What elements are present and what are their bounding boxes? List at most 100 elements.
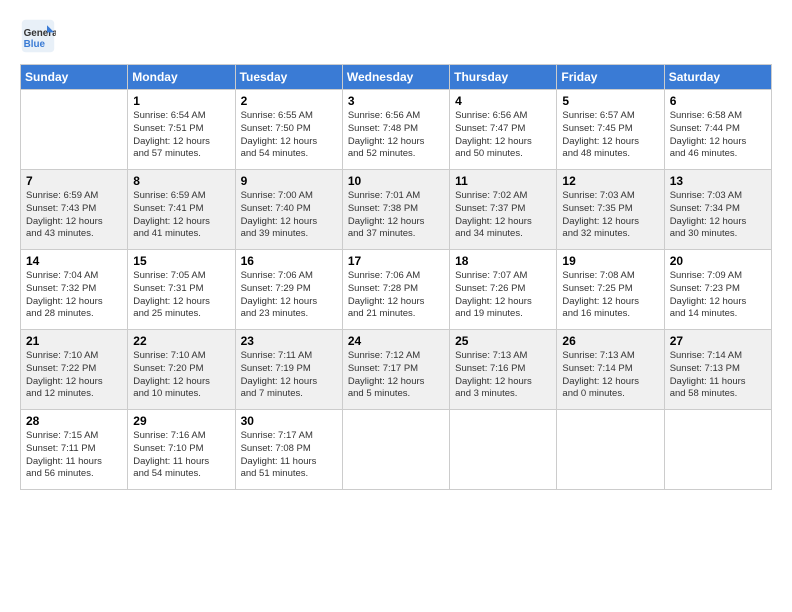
day-info: Sunrise: 7:06 AM Sunset: 7:29 PM Dayligh…: [241, 270, 337, 321]
day-info: Sunrise: 6:57 AM Sunset: 7:45 PM Dayligh…: [562, 110, 658, 161]
svg-text:Blue: Blue: [24, 39, 46, 50]
day-info: Sunrise: 7:09 AM Sunset: 7:23 PM Dayligh…: [670, 270, 766, 321]
calendar-cell: 27 Sunrise: 7:14 AM Sunset: 7:13 PM Dayli…: [664, 330, 771, 410]
calendar-cell: 5 Sunrise: 6:57 AM Sunset: 7:45 PM Daylig…: [557, 90, 664, 170]
calendar-cell: 9 Sunrise: 7:00 AM Sunset: 7:40 PM Daylig…: [235, 170, 342, 250]
calendar-cell: 3 Sunrise: 6:56 AM Sunset: 7:48 PM Daylig…: [342, 90, 449, 170]
day-info: Sunrise: 6:59 AM Sunset: 7:43 PM Dayligh…: [26, 190, 122, 241]
calendar-cell: 22Sunrise: 7:10 AM Sunset: 7:20 PM Dayli…: [128, 330, 235, 410]
day-number: 19: [562, 254, 658, 268]
day-number: 26: [562, 334, 658, 348]
calendar-cell: [21, 90, 128, 170]
calendar-cell: [450, 410, 557, 490]
day-info: Sunrise: 7:12 AM Sunset: 7:17 PM Dayligh…: [348, 350, 444, 401]
day-info: Sunrise: 7:08 AM Sunset: 7:25 PM Dayligh…: [562, 270, 658, 321]
weekday-header-friday: Friday: [557, 65, 664, 90]
day-number: 3: [348, 94, 444, 108]
day-info: Sunrise: 7:13 AM Sunset: 7:14 PM Dayligh…: [562, 350, 658, 401]
weekday-header-monday: Monday: [128, 65, 235, 90]
day-info: Sunrise: 7:14 AM Sunset: 7:13 PM Dayligh…: [670, 350, 766, 401]
calendar-cell: 7 Sunrise: 6:59 AM Sunset: 7:43 PM Daylig…: [21, 170, 128, 250]
calendar-cell: 25Sunrise: 7:13 AM Sunset: 7:16 PM Dayli…: [450, 330, 557, 410]
calendar-row-2: 7 Sunrise: 6:59 AM Sunset: 7:43 PM Daylig…: [21, 170, 772, 250]
day-info: Sunrise: 6:58 AM Sunset: 7:44 PM Dayligh…: [670, 110, 766, 161]
day-number: 7: [26, 174, 122, 188]
calendar-cell: 18 Sunrise: 7:07 AM Sunset: 7:26 PM Dayli…: [450, 250, 557, 330]
weekday-header-sunday: Sunday: [21, 65, 128, 90]
day-info: Sunrise: 7:07 AM Sunset: 7:26 PM Dayligh…: [455, 270, 551, 321]
day-number: 2: [241, 94, 337, 108]
calendar-table: SundayMondayTuesdayWednesdayThursdayFrid…: [20, 64, 772, 490]
day-number: 20: [670, 254, 766, 268]
calendar-row-4: 21Sunrise: 7:10 AM Sunset: 7:22 PM Dayli…: [21, 330, 772, 410]
calendar-cell: 17 Sunrise: 7:06 AM Sunset: 7:28 PM Dayli…: [342, 250, 449, 330]
logo: General Blue: [20, 18, 60, 54]
day-number: 17: [348, 254, 444, 268]
day-number: 16: [241, 254, 337, 268]
day-info: Sunrise: 7:05 AM Sunset: 7:31 PM Dayligh…: [133, 270, 229, 321]
day-number: 10: [348, 174, 444, 188]
calendar-cell: 12 Sunrise: 7:03 AM Sunset: 7:35 PM Dayli…: [557, 170, 664, 250]
day-number: 25: [455, 334, 551, 348]
day-info: Sunrise: 7:03 AM Sunset: 7:34 PM Dayligh…: [670, 190, 766, 241]
calendar-cell: 4 Sunrise: 6:56 AM Sunset: 7:47 PM Daylig…: [450, 90, 557, 170]
day-number: 28: [26, 414, 122, 428]
weekday-header-wednesday: Wednesday: [342, 65, 449, 90]
day-info: Sunrise: 6:56 AM Sunset: 7:47 PM Dayligh…: [455, 110, 551, 161]
day-info: Sunrise: 6:55 AM Sunset: 7:50 PM Dayligh…: [241, 110, 337, 161]
day-number: 30: [241, 414, 337, 428]
calendar-row-1: 1Sunrise: 6:54 AM Sunset: 7:51 PM Daylig…: [21, 90, 772, 170]
day-number: 13: [670, 174, 766, 188]
calendar-cell: 21Sunrise: 7:10 AM Sunset: 7:22 PM Dayli…: [21, 330, 128, 410]
day-number: 8: [133, 174, 229, 188]
day-info: Sunrise: 7:16 AM Sunset: 7:10 PM Dayligh…: [133, 430, 229, 481]
logo-icon: General Blue: [20, 18, 56, 54]
day-number: 21: [26, 334, 122, 348]
day-number: 23: [241, 334, 337, 348]
day-number: 29: [133, 414, 229, 428]
calendar-cell: 20 Sunrise: 7:09 AM Sunset: 7:23 PM Dayli…: [664, 250, 771, 330]
calendar-cell: 10 Sunrise: 7:01 AM Sunset: 7:38 PM Dayli…: [342, 170, 449, 250]
day-number: 4: [455, 94, 551, 108]
calendar-cell: 16 Sunrise: 7:06 AM Sunset: 7:29 PM Dayli…: [235, 250, 342, 330]
day-info: Sunrise: 7:11 AM Sunset: 7:19 PM Dayligh…: [241, 350, 337, 401]
calendar-cell: [557, 410, 664, 490]
calendar-cell: 28 Sunrise: 7:15 AM Sunset: 7:11 PM Dayli…: [21, 410, 128, 490]
calendar-cell: [342, 410, 449, 490]
calendar-cell: 11Sunrise: 7:02 AM Sunset: 7:37 PM Dayli…: [450, 170, 557, 250]
day-number: 24: [348, 334, 444, 348]
calendar-cell: 29 Sunrise: 7:16 AM Sunset: 7:10 PM Dayli…: [128, 410, 235, 490]
day-info: Sunrise: 7:17 AM Sunset: 7:08 PM Dayligh…: [241, 430, 337, 481]
day-number: 27: [670, 334, 766, 348]
calendar-cell: 24 Sunrise: 7:12 AM Sunset: 7:17 PM Dayli…: [342, 330, 449, 410]
weekday-header-thursday: Thursday: [450, 65, 557, 90]
calendar-row-5: 28 Sunrise: 7:15 AM Sunset: 7:11 PM Dayli…: [21, 410, 772, 490]
day-info: Sunrise: 7:10 AM Sunset: 7:20 PM Dayligh…: [133, 350, 229, 401]
day-info: Sunrise: 6:59 AM Sunset: 7:41 PM Dayligh…: [133, 190, 229, 241]
calendar-cell: 2 Sunrise: 6:55 AM Sunset: 7:50 PM Daylig…: [235, 90, 342, 170]
calendar-cell: 6Sunrise: 6:58 AM Sunset: 7:44 PM Daylig…: [664, 90, 771, 170]
day-number: 11: [455, 174, 551, 188]
day-info: Sunrise: 7:00 AM Sunset: 7:40 PM Dayligh…: [241, 190, 337, 241]
weekday-header-tuesday: Tuesday: [235, 65, 342, 90]
calendar-cell: [664, 410, 771, 490]
calendar-cell: 13 Sunrise: 7:03 AM Sunset: 7:34 PM Dayli…: [664, 170, 771, 250]
calendar-cell: 26 Sunrise: 7:13 AM Sunset: 7:14 PM Dayli…: [557, 330, 664, 410]
day-info: Sunrise: 6:54 AM Sunset: 7:51 PM Dayligh…: [133, 110, 229, 161]
day-info: Sunrise: 7:03 AM Sunset: 7:35 PM Dayligh…: [562, 190, 658, 241]
day-info: Sunrise: 7:01 AM Sunset: 7:38 PM Dayligh…: [348, 190, 444, 241]
calendar-cell: 14Sunrise: 7:04 AM Sunset: 7:32 PM Dayli…: [21, 250, 128, 330]
day-info: Sunrise: 6:56 AM Sunset: 7:48 PM Dayligh…: [348, 110, 444, 161]
day-number: 12: [562, 174, 658, 188]
day-number: 18: [455, 254, 551, 268]
day-info: Sunrise: 7:15 AM Sunset: 7:11 PM Dayligh…: [26, 430, 122, 481]
weekday-header-saturday: Saturday: [664, 65, 771, 90]
header: General Blue: [20, 18, 772, 54]
calendar-cell: 23 Sunrise: 7:11 AM Sunset: 7:19 PM Dayli…: [235, 330, 342, 410]
calendar-row-3: 14Sunrise: 7:04 AM Sunset: 7:32 PM Dayli…: [21, 250, 772, 330]
day-number: 15: [133, 254, 229, 268]
day-number: 5: [562, 94, 658, 108]
day-info: Sunrise: 7:06 AM Sunset: 7:28 PM Dayligh…: [348, 270, 444, 321]
day-number: 9: [241, 174, 337, 188]
page: General Blue SundayMondayTuesdayWednesda…: [0, 0, 792, 612]
